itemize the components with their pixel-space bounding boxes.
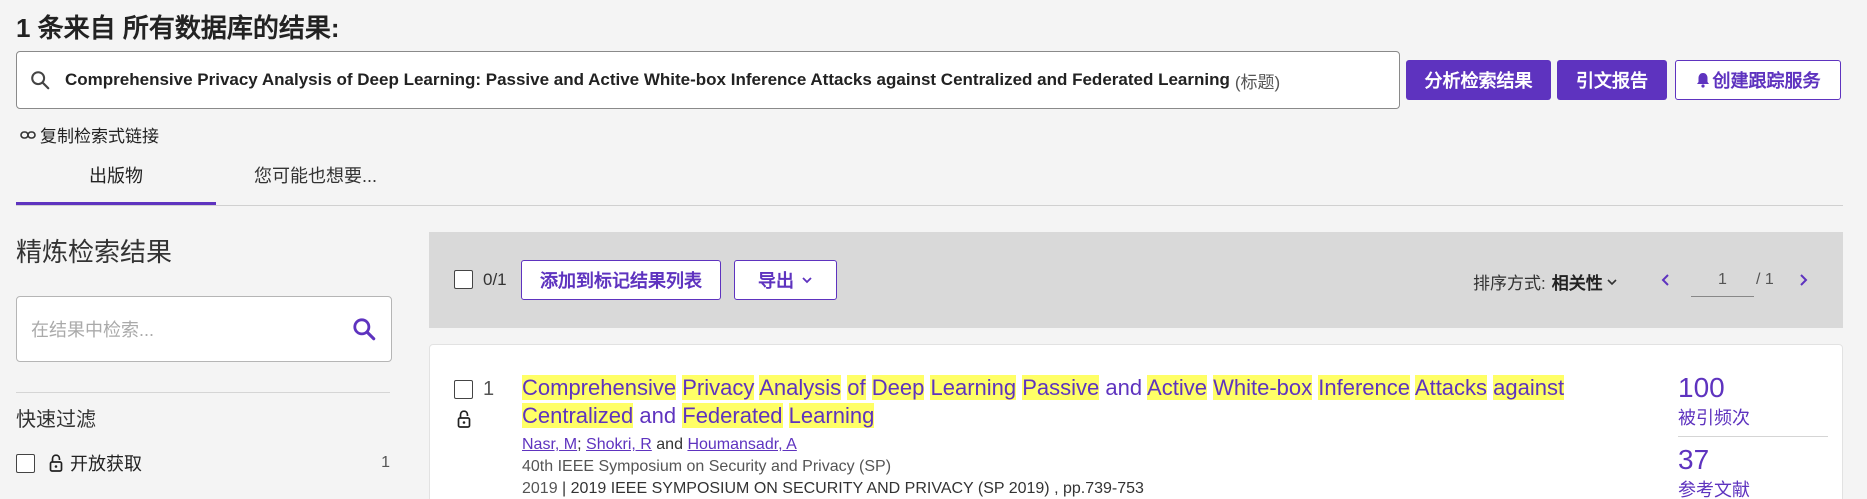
next-page-icon[interactable] <box>1798 272 1810 288</box>
title-word: Centralized <box>522 403 634 428</box>
lock-open-icon <box>49 454 63 472</box>
search-icon <box>31 71 50 90</box>
result-publication-details: 2019 | 2019 IEEE SYMPOSIUM ON SECURITY A… <box>522 480 1144 498</box>
title-word: of <box>847 375 866 400</box>
result-index: 1 <box>483 378 495 400</box>
bell-icon <box>1696 73 1709 88</box>
result-source: 40th IEEE Symposium on Security and Priv… <box>522 458 892 475</box>
add-to-marked-list-button[interactable]: 添加到标记结果列表 <box>521 260 721 300</box>
author-separator: ; <box>577 436 582 453</box>
filter-open-access[interactable]: 开放获取 1 <box>16 451 390 475</box>
stats-divider <box>1678 436 1828 437</box>
export-label: 导出 <box>758 271 794 291</box>
refine-search-input[interactable]: 在结果中检索... <box>16 296 392 362</box>
filter-count: 1 <box>381 454 390 471</box>
select-all-checkbox[interactable] <box>454 270 473 289</box>
sort-value: 相关性 <box>1551 274 1603 293</box>
refine-results-title: 精炼检索结果 <box>16 237 173 267</box>
result-checkbox[interactable] <box>454 380 473 399</box>
title-word: Active <box>1147 375 1207 400</box>
create-alert-label: 创建跟踪服务 <box>1712 71 1821 91</box>
title-word: Inference <box>1318 375 1410 400</box>
reference-count[interactable]: 37 <box>1678 444 1709 476</box>
copy-query-link[interactable]: 复制检索式链接 <box>20 122 159 147</box>
tab-publications[interactable]: 出版物 <box>89 162 143 188</box>
title-word: Attacks <box>1414 375 1488 400</box>
copy-link-label: 复制检索式链接 <box>40 127 159 146</box>
title-word: Learning <box>930 375 1017 400</box>
result-title-link[interactable]: Comprehensive Privacy Analysis of Deep L… <box>522 374 1642 430</box>
citation-count-label[interactable]: 被引频次 <box>1678 404 1750 430</box>
title-word: Privacy <box>682 375 755 400</box>
search-icon[interactable] <box>351 316 377 342</box>
results-heading: 1 条来自 所有数据库的结果: <box>16 13 340 43</box>
query-text: Comprehensive Privacy Analysis of Deep L… <box>65 70 1230 89</box>
title-word: Federated <box>682 403 783 428</box>
link-icon <box>20 130 36 139</box>
author-link[interactable]: Shokri, R <box>586 436 652 453</box>
title-word: Passive <box>1022 375 1100 400</box>
result-authors: Nasr, M; Shokri, R and Houmansadr, A <box>522 436 797 454</box>
sort-dropdown[interactable]: 排序方式: 相关性 <box>1473 269 1618 294</box>
page-number-input[interactable]: 1 <box>1691 265 1754 297</box>
chevron-down-icon <box>802 277 812 284</box>
query-display[interactable]: Comprehensive Privacy Analysis of Deep L… <box>16 51 1400 109</box>
create-alert-button[interactable]: 创建跟踪服务 <box>1675 60 1841 100</box>
filter-label: 开放获取 <box>70 454 142 474</box>
chevron-down-icon <box>1607 278 1617 285</box>
sort-label: 排序方式: <box>1473 274 1546 293</box>
title-word: against <box>1493 375 1565 400</box>
selected-count: 0/1 <box>483 270 507 289</box>
lock-open-icon <box>457 410 471 428</box>
result-details: | 2019 IEEE SYMPOSIUM ON SECURITY AND PR… <box>562 480 1144 497</box>
refine-search-placeholder: 在结果中检索... <box>31 320 155 340</box>
author-link[interactable]: Houmansadr, A <box>687 436 796 453</box>
filter-checkbox[interactable] <box>16 453 35 473</box>
result-year: 2019 <box>522 480 558 497</box>
quick-filters-title: 快速过滤 <box>16 409 96 431</box>
title-word: Deep <box>871 375 925 400</box>
title-word: Learning <box>788 403 875 428</box>
reference-count-label[interactable]: 参考文献 <box>1678 476 1750 499</box>
sidebar-divider <box>16 392 390 393</box>
export-button[interactable]: 导出 <box>734 260 837 300</box>
previous-page-icon[interactable] <box>1659 272 1671 288</box>
tab-you-may-also-like[interactable]: 您可能也想要... <box>254 162 377 188</box>
title-word: and <box>639 403 677 428</box>
author-separator: and <box>656 436 683 453</box>
title-word: Analysis <box>759 375 842 400</box>
page-total: / 1 <box>1756 271 1774 288</box>
tabs-divider <box>16 205 1843 206</box>
citation-count[interactable]: 100 <box>1678 372 1725 404</box>
analyze-results-button[interactable]: 分析检索结果 <box>1406 60 1551 100</box>
query-field: (标题) <box>1234 72 1281 92</box>
author-link[interactable]: Nasr, M <box>522 436 577 453</box>
citation-report-button[interactable]: 引文报告 <box>1557 60 1667 100</box>
title-word: and <box>1105 375 1143 400</box>
title-word: Comprehensive <box>522 375 677 400</box>
title-word: White-box <box>1213 375 1313 400</box>
